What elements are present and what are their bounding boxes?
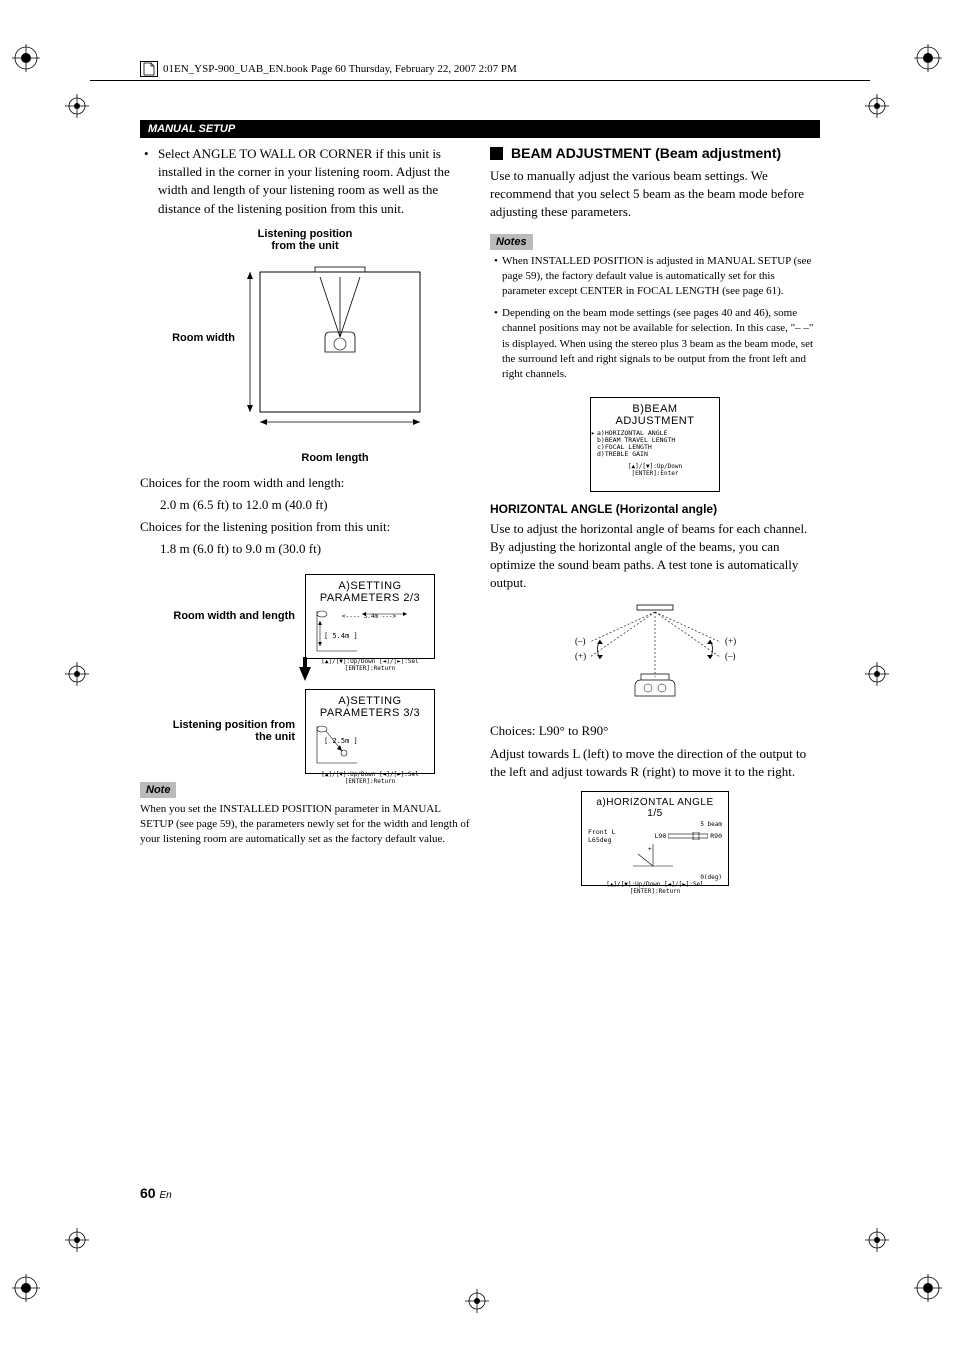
crop-mark-right-mid	[865, 662, 889, 691]
svg-text:+: +	[648, 846, 652, 853]
header-rule	[90, 80, 870, 81]
svg-text:[ 5.4m ]: [ 5.4m ]	[324, 632, 358, 640]
choices2-range: 1.8 m (6.0 ft) to 9.0 m (30.0 ft)	[140, 540, 470, 558]
arrow-down-icon	[299, 667, 311, 681]
beam-angle-diagram: (–) (+) (+) (–)	[555, 602, 755, 712]
choices2-label: Choices for the listening position from …	[140, 518, 470, 536]
screen-2: A)SETTING PARAMETERS 3/3 [ 2.5m ] [▲]/[▼…	[305, 689, 435, 774]
diagram-bottom-label: Room length	[140, 452, 470, 464]
svg-text:(–): (–)	[575, 636, 586, 646]
black-square-icon	[490, 147, 503, 160]
svg-text:(+): (+)	[575, 651, 586, 661]
crop-mark-left-mid	[65, 662, 89, 691]
crop-mark-bottom-center	[465, 1289, 489, 1318]
notes-label: Notes	[490, 234, 533, 250]
side-label-1: Room width and length	[140, 610, 305, 622]
diagram-top-label-2: from the unit	[140, 240, 470, 252]
section-header: MANUAL SETUP	[140, 120, 820, 138]
svg-text:(–): (–)	[725, 651, 736, 661]
note-item-1: When INSTALLED POSITION is adjusted in M…	[490, 254, 820, 300]
para-ha2: Adjust towards L (left) to move the dire…	[490, 745, 820, 781]
crop-mark-right-bot	[865, 1228, 889, 1257]
note-item-2: Depending on the beam mode settings (see…	[490, 306, 820, 383]
crop-mark-right-top	[865, 94, 889, 123]
room-diagram-container: Listening position from the unit	[140, 228, 470, 464]
svg-text:(+): (+)	[725, 636, 736, 646]
right-column: BEAM ADJUSTMENT (Beam adjustment) Use to…	[490, 145, 820, 896]
diagram-top-label-1: Listening position	[140, 228, 470, 240]
choices-ha: Choices: L90° to R90°	[490, 722, 820, 740]
crop-corner-br	[914, 1274, 942, 1307]
note-text: When you set the INSTALLED POSITION para…	[140, 802, 470, 848]
note-label: Note	[140, 782, 176, 798]
choices1-range: 2.0 m (6.5 ft) to 12.0 m (40.0 ft)	[140, 496, 470, 514]
crop-corner-bl	[12, 1274, 40, 1307]
screen-1: A)SETTING PARAMETERS 2/3 <---- 5.4m --->…	[305, 574, 435, 659]
header-file-info: 01EN_YSP-900_UAB_EN.book Page 60 Thursda…	[140, 61, 820, 77]
side-label-2: Listening position from the unit	[140, 719, 305, 743]
beam-adjustment-heading: BEAM ADJUSTMENT (Beam adjustment)	[490, 145, 820, 161]
horizontal-angle-heading: HORIZONTAL ANGLE (Horizontal angle)	[490, 502, 820, 516]
horizontal-angle-para: Use to adjust the horizontal angle of be…	[490, 520, 820, 593]
left-column: Select ANGLE TO WALL OR CORNER if this u…	[140, 145, 470, 896]
crop-mark-left-top	[65, 94, 89, 123]
left-bullet-1: Select ANGLE TO WALL OR CORNER if this u…	[140, 145, 470, 218]
crop-corner-tr	[914, 44, 942, 77]
crop-corner-tl	[12, 44, 40, 77]
page-number: 60 En	[140, 1185, 172, 1201]
beam-menu-screen: B)BEAM ADJUSTMENT ▸ a)HORIZONTAL ANGLE b…	[590, 397, 720, 492]
beam-para-1: Use to manually adjust the various beam …	[490, 167, 820, 222]
svg-text:[ 2.5m ]: [ 2.5m ]	[324, 737, 358, 745]
ha-screen: a)HORIZONTAL ANGLE 1/5 5 beam Front L L6…	[581, 791, 729, 886]
room-diagram-svg	[165, 257, 445, 442]
diagram-left-label: Room width	[165, 332, 245, 344]
crop-mark-left-bot	[65, 1228, 89, 1257]
choices1-label: Choices for the room width and length:	[140, 474, 470, 492]
